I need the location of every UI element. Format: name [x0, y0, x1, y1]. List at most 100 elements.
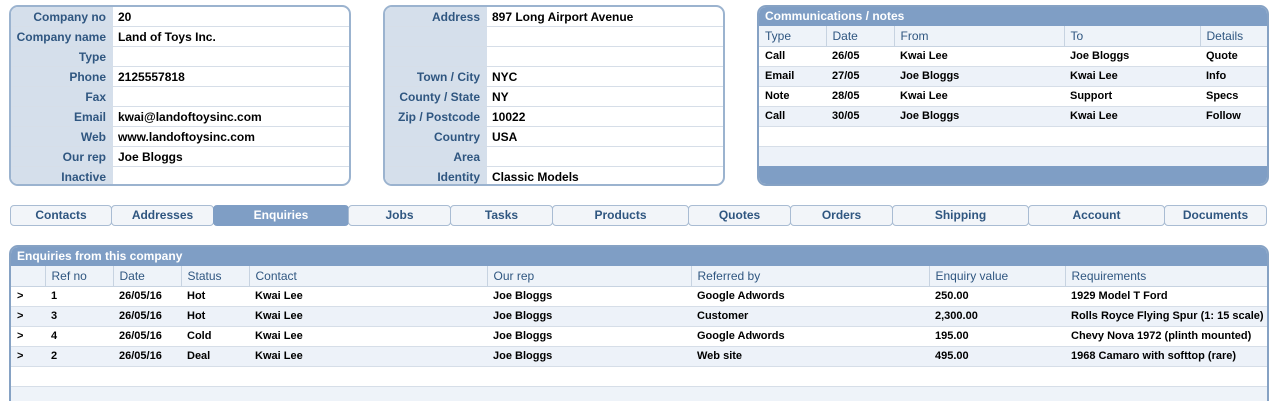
company-field-phone[interactable]: 2125557818: [113, 67, 349, 86]
empty-row: [759, 127, 1267, 147]
tab-products[interactable]: Products: [552, 205, 689, 226]
cell-requirements: Chevy Nova 1972 (plinth mounted): [1065, 326, 1267, 347]
column-header-from[interactable]: From: [894, 26, 1065, 47]
company-label: Company no: [11, 7, 113, 26]
column-header-referred-by[interactable]: Referred by: [691, 266, 930, 287]
address-field-county-state[interactable]: NY: [487, 87, 723, 106]
address-row-area: Area: [385, 147, 723, 167]
tab-orders[interactable]: Orders: [790, 205, 893, 226]
company-label: Phone: [11, 67, 113, 86]
tab-documents[interactable]: Documents: [1164, 205, 1267, 226]
enquiries-panel: Enquiries from this company Ref no Date St…: [9, 245, 1269, 401]
column-header-requirements[interactable]: Requirements: [1065, 266, 1267, 287]
cell-details: Info: [1200, 66, 1267, 87]
cell-from: Kwai Lee: [894, 86, 1064, 107]
row-expand-arrow[interactable]: >: [11, 286, 45, 307]
communication-row[interactable]: Call 30/05 Joe Bloggs Kwai Lee Follow: [759, 106, 1267, 127]
cell-date: 30/05: [826, 106, 894, 127]
communications-footer: [759, 166, 1267, 184]
address-field-zip-postcode[interactable]: 10022: [487, 107, 723, 126]
cell-status: Hot: [181, 286, 249, 307]
column-header-to[interactable]: To: [1064, 26, 1201, 47]
cell-ref-no: 2: [45, 346, 113, 367]
company-field-company-no[interactable]: 20: [113, 7, 349, 26]
company-row-our-rep: Our rep Joe Bloggs: [11, 147, 349, 167]
communications-panel: Communications / notes Type Date From To Det…: [757, 5, 1269, 186]
company-label: Web: [11, 127, 113, 146]
address-row-address: Address 897 Long Airport Avenue: [385, 7, 723, 27]
tab-enquiries[interactable]: Enquiries: [213, 205, 349, 226]
cell-details: Specs: [1200, 86, 1267, 107]
cell-requirements: 1929 Model T Ford: [1065, 286, 1267, 307]
cell-enquiry-value: 250.00: [929, 286, 1065, 307]
cell-from: Joe Bloggs: [894, 66, 1064, 87]
company-field-our-rep[interactable]: Joe Bloggs: [113, 147, 349, 166]
address-field-area[interactable]: [487, 147, 723, 166]
empty-row: [11, 386, 1267, 401]
address-label: [385, 47, 487, 66]
company-field-fax[interactable]: [113, 87, 349, 106]
column-header-details[interactable]: Details: [1200, 26, 1267, 47]
column-header-date[interactable]: Date: [113, 266, 182, 287]
column-header-ref-no[interactable]: Ref no: [45, 266, 114, 287]
tab-addresses[interactable]: Addresses: [111, 205, 214, 226]
column-header-enquiry-value[interactable]: Enquiry value: [929, 266, 1066, 287]
cell-to: Kwai Lee: [1064, 106, 1200, 127]
tab-shipping[interactable]: Shipping: [892, 205, 1029, 226]
cell-enquiry-value: 2,300.00: [929, 306, 1065, 327]
row-expand-arrow[interactable]: >: [11, 346, 45, 367]
address-field-line-2[interactable]: [487, 47, 723, 66]
company-label: Our rep: [11, 147, 113, 166]
cell-contact: Kwai Lee: [249, 306, 487, 327]
address-field-address[interactable]: 897 Long Airport Avenue: [487, 7, 723, 26]
company-row-company-no: Company no 20: [11, 7, 349, 27]
cell-date: 28/05: [826, 86, 894, 107]
enquiry-row[interactable]: >4 26/05/16 Cold Kwai Lee Joe Bloggs Google A…: [11, 326, 1267, 347]
column-header-date[interactable]: Date: [826, 26, 895, 47]
cell-to: Kwai Lee: [1064, 66, 1200, 87]
tab-jobs[interactable]: Jobs: [348, 205, 451, 226]
address-field-town-city[interactable]: NYC: [487, 67, 723, 86]
column-header-status[interactable]: Status: [181, 266, 250, 287]
column-header-our-rep[interactable]: Our rep: [487, 266, 692, 287]
cell-contact: Kwai Lee: [249, 326, 487, 347]
enquiry-row[interactable]: >2 26/05/16 Deal Kwai Lee Joe Bloggs Web site…: [11, 346, 1267, 367]
cell-referred-by: Google Adwords: [691, 286, 929, 307]
column-header-type[interactable]: Type: [759, 26, 827, 47]
communication-row[interactable]: Email 27/05 Joe Bloggs Kwai Lee Info: [759, 66, 1267, 87]
cell-type: Note: [759, 86, 826, 107]
address-field-line-1[interactable]: [487, 27, 723, 46]
address-label: Country: [385, 127, 487, 146]
cell-our-rep: Joe Bloggs: [487, 306, 691, 327]
empty-row: [759, 146, 1267, 167]
address-details-panel: Address 897 Long Airport Avenue Town / Cit…: [383, 5, 725, 186]
company-field-type[interactable]: [113, 47, 349, 66]
communication-row[interactable]: Note 28/05 Kwai Lee Support Specs: [759, 86, 1267, 107]
enquiry-row[interactable]: >3 26/05/16 Hot Kwai Lee Joe Bloggs Customer 2…: [11, 306, 1267, 327]
cell-details: Follow: [1200, 106, 1267, 127]
company-field-company-name[interactable]: Land of Toys Inc.: [113, 27, 349, 46]
company-row-inactive: Inactive: [11, 167, 349, 184]
cell-enquiry-value: 195.00: [929, 326, 1065, 347]
company-field-email[interactable]: kwai@landoftoysinc.com: [113, 107, 349, 126]
company-field-inactive[interactable]: [113, 167, 349, 184]
column-header-contact[interactable]: Contact: [249, 266, 488, 287]
column-header-expand[interactable]: [11, 266, 46, 287]
address-row-line-2: [385, 47, 723, 67]
tab-contacts[interactable]: Contacts: [10, 205, 112, 226]
enquiries-table: Ref no Date Status Contact Our rep Referred b…: [11, 266, 1267, 367]
address-field-identity[interactable]: Classic Models: [487, 167, 723, 184]
communications-table: Type Date From To Details Call 26/05 Kwai Lee J…: [759, 26, 1267, 127]
tab-account[interactable]: Account: [1028, 205, 1165, 226]
tab-tasks[interactable]: Tasks: [450, 205, 553, 226]
company-field-web[interactable]: www.landoftoysinc.com: [113, 127, 349, 146]
cell-contact: Kwai Lee: [249, 286, 487, 307]
enquiry-row[interactable]: >1 26/05/16 Hot Kwai Lee Joe Bloggs Google Ad…: [11, 286, 1267, 307]
cell-from: Kwai Lee: [894, 46, 1064, 67]
company-row-web: Web www.landoftoysinc.com: [11, 127, 349, 147]
address-field-country[interactable]: USA: [487, 127, 723, 146]
row-expand-arrow[interactable]: >: [11, 306, 45, 327]
tab-quotes[interactable]: Quotes: [688, 205, 791, 226]
communication-row[interactable]: Call 26/05 Kwai Lee Joe Bloggs Quote: [759, 46, 1267, 67]
row-expand-arrow[interactable]: >: [11, 326, 45, 347]
